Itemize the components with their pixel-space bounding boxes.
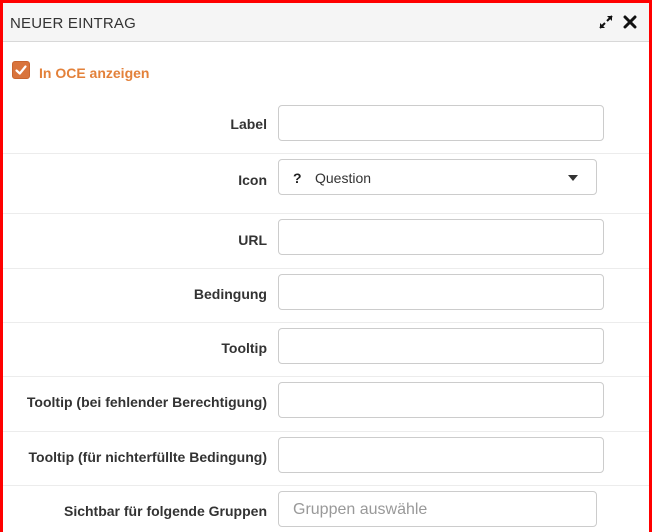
row-divider — [3, 213, 649, 214]
row-divider — [3, 153, 649, 154]
form-row-visible-groups: Sichtbar für folgende Gruppen Gruppen au… — [3, 491, 649, 532]
visible-groups-select[interactable]: Gruppen auswähle — [278, 491, 597, 527]
form-row-tooltip-unmet-condition: Tooltip (für nichterfüllte Bedingung) — [3, 437, 649, 487]
label-field-label: Label — [230, 116, 267, 132]
icon-field-label: Icon — [238, 172, 267, 188]
row-divider — [3, 431, 649, 432]
condition-field-label: Bedingung — [193, 286, 267, 302]
close-x-icon[interactable] — [622, 14, 638, 30]
row-divider — [3, 376, 649, 377]
tooltip-input[interactable] — [278, 328, 604, 364]
tooltip-field-label: Tooltip — [221, 340, 267, 356]
show-in-oce-label: In OCE anzeigen — [39, 65, 150, 81]
tooltip-no-permission-input[interactable] — [278, 382, 604, 418]
icon-select[interactable]: ? Question — [278, 159, 597, 195]
tooltip-unmet-condition-input[interactable] — [278, 437, 604, 473]
dialog-title: NEUER EINTRAG — [10, 15, 136, 32]
form-row-tooltip: Tooltip — [3, 328, 649, 378]
form-row-url: URL — [3, 219, 649, 269]
row-divider — [3, 268, 649, 269]
row-divider — [3, 485, 649, 486]
row-divider — [3, 322, 649, 323]
new-entry-dialog: NEUER EINTRAG In OCE anzeigen Label Icon… — [0, 0, 652, 532]
question-icon: ? — [293, 170, 302, 186]
form-row-label: Label — [3, 105, 649, 155]
visible-groups-label: Sichtbar für folgende Gruppen — [63, 503, 267, 519]
condition-input[interactable] — [278, 274, 604, 310]
form-row-icon: Icon ? Question — [3, 159, 649, 209]
caret-down-icon[interactable] — [568, 175, 578, 181]
expand-arrows-icon[interactable] — [598, 14, 614, 30]
dialog-titlebar: NEUER EINTRAG — [3, 3, 649, 42]
tooltip-no-permission-label: Tooltip (bei fehlender Berechtigung) — [26, 394, 267, 410]
icon-select-value: Question — [315, 170, 372, 186]
url-input[interactable] — [278, 219, 604, 255]
url-field-label: URL — [238, 232, 267, 248]
form-row-tooltip-no-permission: Tooltip (bei fehlender Berechtigung) — [3, 382, 649, 432]
label-input[interactable] — [278, 105, 604, 141]
tooltip-unmet-condition-label: Tooltip (für nichterfüllte Bedingung) — [28, 449, 267, 465]
visible-groups-placeholder: Gruppen auswähle — [293, 501, 428, 518]
show-in-oce-checkbox[interactable] — [12, 61, 30, 79]
form-row-condition: Bedingung — [3, 274, 649, 324]
